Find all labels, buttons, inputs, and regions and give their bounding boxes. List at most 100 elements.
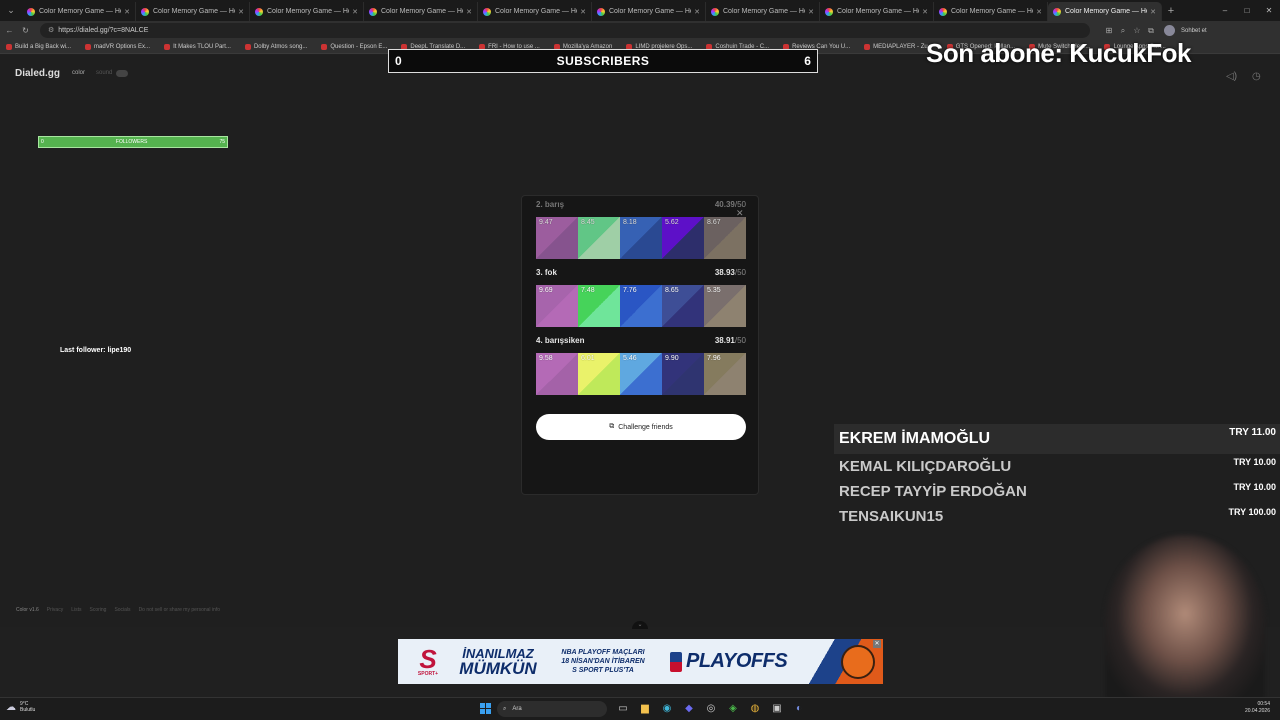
app2-icon[interactable]: ◈ (722, 701, 744, 717)
app-icon[interactable]: ◆ (678, 701, 700, 717)
close-window-icon[interactable]: ✕ (1258, 0, 1280, 21)
chrome-icon[interactable]: ◍ (744, 701, 766, 717)
browser-tab[interactable]: Color Memory Game — How W✕ (934, 2, 1048, 21)
tab-close-icon[interactable]: ✕ (580, 8, 586, 16)
color-swatch[interactable]: 7.76 (620, 285, 662, 327)
color-swatch[interactable]: 9.69 (536, 285, 578, 327)
browser-tab[interactable]: Color Memory Game — How W✕ (478, 2, 592, 21)
color-swatch[interactable]: 7.96 (704, 353, 746, 395)
browser-tab[interactable]: Color Memory Game — How W✕ (22, 2, 136, 21)
player-name: 2. barış (536, 200, 565, 209)
footer-link[interactable]: Privacy (47, 607, 63, 613)
maximize-icon[interactable]: □ (1236, 0, 1258, 21)
tab-search-icon[interactable]: ⌄ (0, 0, 22, 21)
history-icon[interactable]: ◷ (1252, 71, 1261, 82)
install-icon[interactable]: ⊞ (1102, 26, 1116, 36)
score-max: /50 (734, 200, 746, 209)
task-view-icon[interactable]: ▭ (612, 701, 634, 717)
mode-color[interactable]: color (72, 70, 85, 76)
followers-label: FOLLOWERS (115, 139, 148, 145)
zoom-icon[interactable]: ⌕ (1116, 26, 1130, 36)
bookmark-item[interactable]: madVR Options Ex... (85, 43, 150, 50)
color-swatch[interactable]: 5.62 (662, 217, 704, 259)
color-swatch[interactable]: 9.58 (536, 353, 578, 395)
ad-close-icon[interactable]: ✕ (873, 640, 881, 648)
challenge-friends-button[interactable]: ⧉ Challenge friends (536, 414, 746, 440)
donation-row: RECEP TAYYİP ERDOĞAN TRY 10.00 (834, 479, 1280, 504)
score-value: 38.93 (714, 268, 735, 277)
new-tab-button[interactable]: + (1162, 5, 1180, 17)
browser-tab[interactable]: Color Memory Game — How W✕ (136, 2, 250, 21)
tab-close-icon[interactable]: ✕ (1150, 8, 1156, 16)
tab-label: Color Memory Game — How W (609, 8, 691, 15)
system-clock[interactable]: 00:54 20.04.2026 (1245, 701, 1270, 715)
tab-close-icon[interactable]: ✕ (808, 8, 814, 16)
edge-icon[interactable]: ◉ (656, 701, 678, 717)
bookmark-item[interactable]: It Makes TLOU Part... (164, 43, 231, 50)
file-explorer-icon[interactable]: ▆ (634, 701, 656, 717)
browser-tab[interactable]: Color Memory Game — How W✕ (820, 2, 934, 21)
ad-banner[interactable]: S SPORT+ İNANILMAZ MÜMKÜN NBA PLAYOFF MA… (398, 639, 883, 684)
obs-icon[interactable]: ◎ (700, 701, 722, 717)
footer-link[interactable]: Lists (71, 607, 81, 613)
reload-icon[interactable]: ↻ (19, 26, 32, 35)
donation-amount: TRY 10.00 (1233, 457, 1276, 467)
site-info-icon[interactable]: ⚙ (48, 27, 54, 34)
minimize-icon[interactable]: – (1214, 0, 1236, 21)
footer-link[interactable]: Color v1.6 (16, 607, 39, 613)
tab-close-icon[interactable]: ✕ (238, 8, 244, 16)
tab-close-icon[interactable]: ✕ (466, 8, 472, 16)
color-swatch[interactable]: 5.35 (704, 285, 746, 327)
site-logo[interactable]: Dialed.gg (15, 68, 60, 79)
ad-text: NBA PLAYOFF MAÇLARI 18 NİSAN'DAN İTİBARE… (548, 648, 658, 675)
bookmark-item[interactable]: Question - Epson E... (321, 43, 387, 50)
tab-close-icon[interactable]: ✕ (922, 8, 928, 16)
tab-close-icon[interactable]: ✕ (352, 8, 358, 16)
back-icon[interactable]: ← (3, 26, 16, 35)
swatch-score: 9.69 (539, 287, 553, 294)
extensions-icon[interactable]: ⧉ (1144, 26, 1158, 36)
player-header: 2. barış 40.39/50 (536, 200, 746, 213)
tab-close-icon[interactable]: ✕ (694, 8, 700, 16)
browser-tab[interactable]: Color Memory Game — How W✕ (1048, 2, 1162, 21)
color-swatch[interactable]: 8.67 (704, 217, 746, 259)
tab-close-icon[interactable]: ✕ (124, 8, 130, 16)
sound-toggle[interactable] (116, 70, 128, 77)
browser-tab[interactable]: Color Memory Game — How W✕ (364, 2, 478, 21)
volume-icon[interactable]: ◁) (1226, 71, 1237, 82)
player-name: 3. fok (536, 268, 557, 277)
bookmark-star-icon[interactable]: ☆ (1130, 26, 1144, 36)
browser-tab[interactable]: Color Memory Game — How W✕ (706, 2, 820, 21)
color-swatch[interactable]: 8.65 (662, 285, 704, 327)
footer-link[interactable]: Scoring (89, 607, 106, 613)
color-swatch[interactable]: 8.18 (620, 217, 662, 259)
gemini-chat-button[interactable]: Sohbet et (1181, 28, 1207, 34)
color-swatch[interactable]: 5.46 (620, 353, 662, 395)
bookmark-item[interactable]: Build a Big Back wi... (6, 43, 71, 50)
terminal-icon[interactable]: ▣ (766, 701, 788, 717)
weather-widget[interactable]: ☁ 9°C Bulutlu (6, 701, 35, 713)
taskbar-search[interactable]: ⌕ Ara (497, 701, 607, 717)
footer-link[interactable]: Socials (114, 607, 130, 613)
bookmark-item[interactable]: MEDIAPLAYER - Zu... (864, 43, 933, 50)
profile-avatar[interactable] (1164, 25, 1175, 36)
color-swatch[interactable]: 7.48 (578, 285, 620, 327)
color-swatch[interactable]: 6.01 (578, 353, 620, 395)
color-swatch[interactable]: 9.90 (662, 353, 704, 395)
chevron-down-icon[interactable]: ⌄ (632, 621, 648, 629)
browser-tab[interactable]: Color Memory Game — How W✕ (592, 2, 706, 21)
browser-tab[interactable]: Color Memory Game — How W✕ (250, 2, 364, 21)
url-field[interactable]: ⚙ https://dialed.gg/?c=8NALCE (40, 23, 1090, 38)
color-swatch[interactable]: 9.47 (536, 217, 578, 259)
bookmark-item[interactable]: Dolby Atmos song... (244, 43, 307, 50)
ad-text-line3: S SPORT PLUS'TA (572, 667, 634, 674)
footer-link[interactable]: Do not sell or share my personal info (139, 607, 220, 613)
swatch-score: 9.90 (665, 355, 679, 362)
tab-close-icon[interactable]: ✕ (1036, 8, 1042, 16)
color-swatch[interactable]: 8.45 (578, 217, 620, 259)
discord-icon[interactable]: ◐ (788, 701, 810, 717)
bookmark-favicon-icon (164, 43, 171, 50)
mode-sound[interactable]: sound (96, 70, 112, 76)
windows-start-icon[interactable] (480, 703, 491, 714)
subscribers-goal-bar: 0 SUBSCRIBERS 6 (388, 49, 818, 73)
